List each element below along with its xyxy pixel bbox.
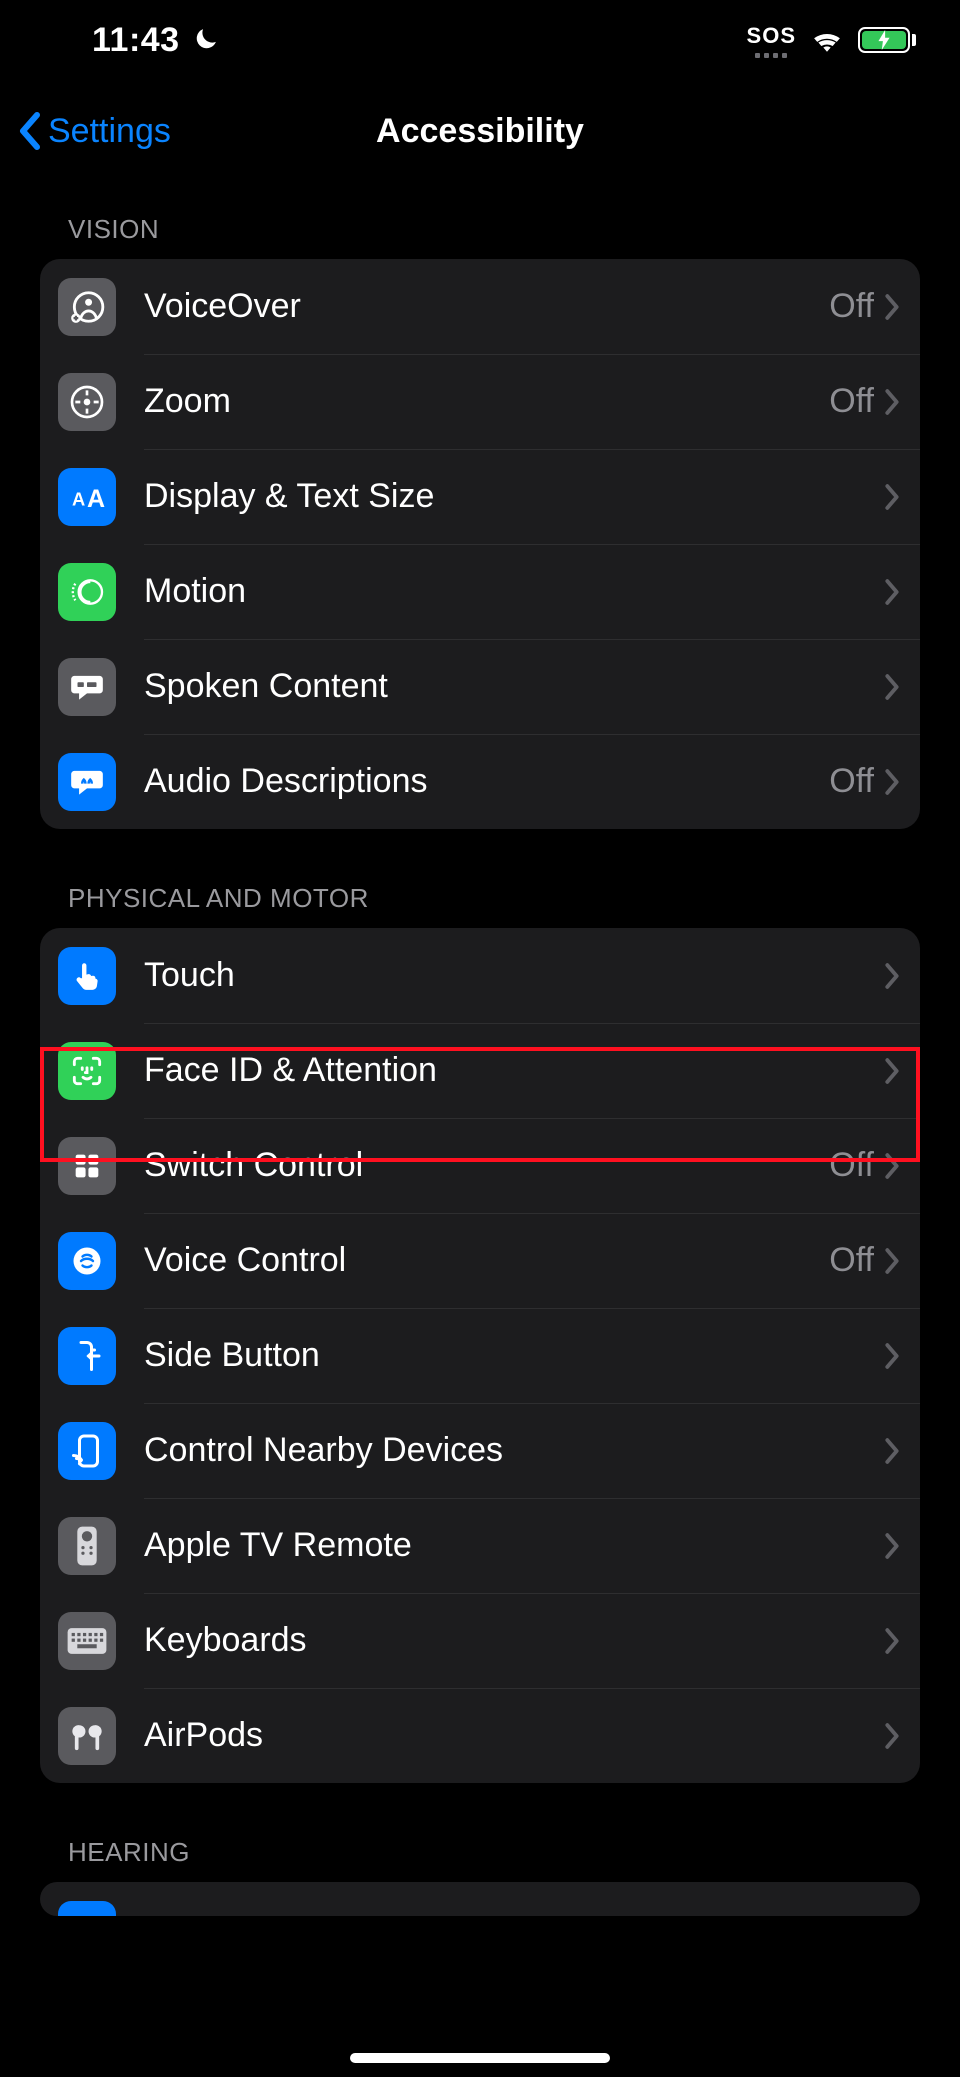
- section-header-vision: VISION: [40, 190, 920, 259]
- row-voiceover[interactable]: VoiceOver Off: [40, 259, 920, 354]
- row-label: Control Nearby Devices: [144, 1431, 884, 1470]
- chevron-right-icon: [884, 673, 900, 701]
- row-label: Motion: [144, 572, 884, 611]
- row-control-nearby[interactable]: Control Nearby Devices: [40, 1403, 920, 1498]
- row-label: Touch: [144, 956, 884, 995]
- row-label: Spoken Content: [144, 667, 884, 706]
- group-physical: Touch Face ID & Attention Switch Control: [40, 928, 920, 1783]
- row-switch-control[interactable]: Switch Control Off: [40, 1118, 920, 1213]
- chevron-right-icon: [884, 962, 900, 990]
- sos-indicator: SOS: [747, 23, 796, 58]
- row-label: Face ID & Attention: [144, 1051, 884, 1090]
- home-indicator: [350, 2053, 610, 2063]
- audio-descriptions-icon: [58, 753, 116, 811]
- chevron-right-icon: [884, 388, 900, 416]
- tv-remote-icon: [58, 1517, 116, 1575]
- chevron-right-icon: [884, 1342, 900, 1370]
- hearing-icon: [58, 1901, 116, 1917]
- chevron-right-icon: [884, 1152, 900, 1180]
- row-hearing-partial[interactable]: [40, 1882, 920, 1916]
- row-label: Audio Descriptions: [144, 762, 829, 801]
- chevron-right-icon: [884, 1627, 900, 1655]
- row-value: Off: [829, 1241, 874, 1280]
- row-label: Voice Control: [144, 1241, 829, 1280]
- switch-control-icon: [58, 1137, 116, 1195]
- status-time: 11:43: [92, 21, 180, 60]
- row-value: Off: [829, 762, 874, 801]
- chevron-right-icon: [884, 578, 900, 606]
- motion-icon: [58, 563, 116, 621]
- side-button-icon: [58, 1327, 116, 1385]
- row-spoken-content[interactable]: Spoken Content: [40, 639, 920, 734]
- chevron-right-icon: [884, 1532, 900, 1560]
- row-airpods[interactable]: AirPods: [40, 1688, 920, 1783]
- nav-bar: Settings Accessibility: [0, 88, 960, 174]
- group-vision: VoiceOver Off Zoom Off AA Display & Text…: [40, 259, 920, 829]
- row-faceid-attention[interactable]: Face ID & Attention: [40, 1023, 920, 1118]
- battery-indicator: [858, 27, 916, 53]
- row-keyboards[interactable]: Keyboards: [40, 1593, 920, 1688]
- row-value: Off: [829, 1146, 874, 1185]
- row-motion[interactable]: Motion: [40, 544, 920, 639]
- row-zoom[interactable]: Zoom Off: [40, 354, 920, 449]
- chevron-right-icon: [884, 483, 900, 511]
- row-value: Off: [829, 382, 874, 421]
- row-label: Zoom: [144, 382, 829, 421]
- chevron-right-icon: [884, 768, 900, 796]
- row-voice-control[interactable]: Voice Control Off: [40, 1213, 920, 1308]
- spoken-content-icon: [58, 658, 116, 716]
- row-label: Side Button: [144, 1336, 884, 1375]
- row-label: Apple TV Remote: [144, 1526, 884, 1565]
- page-content: VISION VoiceOver Off Zoom: [0, 190, 960, 2077]
- back-label: Settings: [48, 112, 171, 151]
- airpods-icon: [58, 1707, 116, 1765]
- chevron-right-icon: [884, 1247, 900, 1275]
- status-left: 11:43: [92, 21, 220, 60]
- svg-text:A: A: [72, 488, 85, 509]
- status-bar: 11:43 SOS: [0, 0, 960, 80]
- wifi-icon: [810, 27, 844, 53]
- zoom-icon: [58, 373, 116, 431]
- text-size-icon: AA: [58, 468, 116, 526]
- group-hearing: [40, 1882, 920, 1916]
- chevron-right-icon: [884, 1437, 900, 1465]
- row-label: Switch Control: [144, 1146, 829, 1185]
- sos-dots: [755, 53, 787, 58]
- status-right: SOS: [747, 23, 916, 58]
- touch-icon: [58, 947, 116, 1005]
- page-title: Accessibility: [376, 112, 584, 151]
- row-label: Display & Text Size: [144, 477, 884, 516]
- row-label: VoiceOver: [144, 287, 829, 326]
- voice-control-icon: [58, 1232, 116, 1290]
- row-value: Off: [829, 287, 874, 326]
- row-touch[interactable]: Touch: [40, 928, 920, 1023]
- row-display-text-size[interactable]: AA Display & Text Size: [40, 449, 920, 544]
- chevron-right-icon: [884, 293, 900, 321]
- chevron-right-icon: [884, 1057, 900, 1085]
- chevron-right-icon: [884, 1722, 900, 1750]
- faceid-icon: [58, 1042, 116, 1100]
- svg-text:A: A: [87, 485, 105, 513]
- back-button[interactable]: Settings: [18, 88, 171, 174]
- battery-charging-icon: [860, 29, 908, 51]
- voiceover-icon: [58, 278, 116, 336]
- row-audio-descriptions[interactable]: Audio Descriptions Off: [40, 734, 920, 829]
- keyboard-icon: [58, 1612, 116, 1670]
- row-label: Keyboards: [144, 1621, 884, 1660]
- section-header-hearing: HEARING: [40, 1783, 920, 1882]
- sos-label: SOS: [747, 23, 796, 49]
- chevron-left-icon: [18, 111, 44, 151]
- row-side-button[interactable]: Side Button: [40, 1308, 920, 1403]
- section-header-physical: PHYSICAL AND MOTOR: [40, 829, 920, 928]
- do-not-disturb-icon: [192, 25, 220, 53]
- row-label: AirPods: [144, 1716, 884, 1755]
- nearby-devices-icon: [58, 1422, 116, 1480]
- row-apple-tv-remote[interactable]: Apple TV Remote: [40, 1498, 920, 1593]
